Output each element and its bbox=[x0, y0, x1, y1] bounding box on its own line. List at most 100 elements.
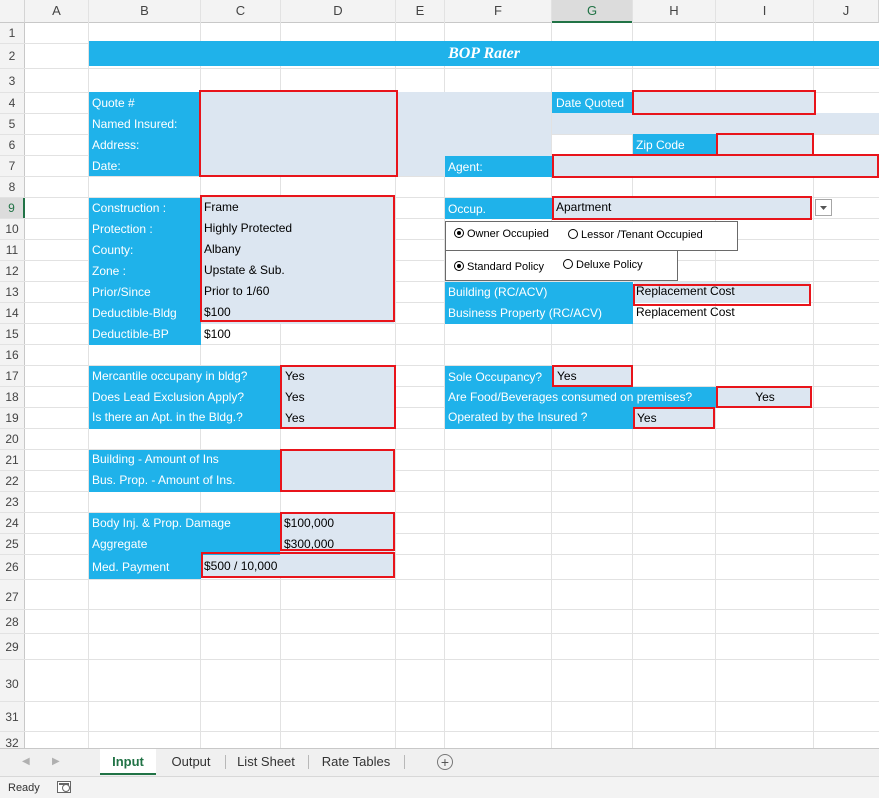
column-header-c[interactable]: C bbox=[201, 0, 281, 23]
row-header[interactable]: 2 bbox=[0, 44, 25, 69]
address-row-fill bbox=[552, 113, 879, 134]
row-header[interactable]: 29 bbox=[0, 634, 25, 660]
lead-exclusion-label: Does Lead Exclusion Apply? bbox=[92, 390, 245, 404]
row-header[interactable]: 11 bbox=[0, 240, 25, 261]
spreadsheet-grid[interactable]: A B C D E F G H I J 1 2 3 4 5 6 7 8 9 10… bbox=[0, 0, 879, 748]
row-header[interactable]: 24 bbox=[0, 513, 25, 534]
property-info-input[interactable] bbox=[200, 195, 395, 322]
med-payment-label: Med. Payment bbox=[92, 560, 170, 574]
row-header[interactable]: 20 bbox=[0, 429, 25, 450]
tab-separator bbox=[225, 755, 226, 769]
row-header[interactable]: 31 bbox=[0, 702, 25, 732]
occupancy-type-group: Owner Occupied Lessor /Tenant Occupied bbox=[445, 221, 738, 251]
gridline bbox=[0, 609, 879, 610]
row-header[interactable]: 8 bbox=[0, 177, 25, 198]
row-header[interactable]: 3 bbox=[0, 69, 25, 93]
add-sheet-icon[interactable]: + bbox=[437, 754, 453, 770]
liability-input[interactable] bbox=[280, 512, 395, 551]
row-header[interactable]: 28 bbox=[0, 610, 25, 634]
row-header[interactable]: 9 bbox=[0, 198, 25, 219]
tab-rate-tables[interactable]: Rate Tables bbox=[313, 749, 399, 775]
row-header[interactable]: 21 bbox=[0, 450, 25, 471]
gridline bbox=[0, 68, 879, 69]
row-header[interactable]: 26 bbox=[0, 555, 25, 580]
macro-recording-icon[interactable] bbox=[57, 781, 71, 793]
med-payment-input[interactable] bbox=[201, 552, 395, 578]
row-header[interactable]: 10 bbox=[0, 219, 25, 240]
scroll-right-icon[interactable]: ▶ bbox=[52, 755, 64, 769]
lessor-tenant-radio[interactable]: Lessor /Tenant Occupied bbox=[568, 228, 703, 242]
zip-code-input[interactable] bbox=[716, 133, 814, 156]
row-header[interactable]: 12 bbox=[0, 261, 25, 282]
food-beverages-label: Are Food/Beverages consumed on premises? bbox=[448, 390, 693, 404]
owner-occupied-radio[interactable]: Owner Occupied bbox=[454, 227, 549, 241]
building-rc-label: Building (RC/ACV) bbox=[448, 285, 548, 299]
row-header[interactable]: 32 bbox=[0, 732, 25, 748]
row-header[interactable]: 25 bbox=[0, 534, 25, 555]
zone-label: Zone : bbox=[92, 264, 127, 278]
row-header[interactable]: 16 bbox=[0, 345, 25, 366]
operated-by-input[interactable] bbox=[633, 407, 715, 429]
row-header[interactable]: 1 bbox=[0, 23, 25, 44]
business-property-rc-value[interactable]: Replacement Cost bbox=[636, 302, 735, 322]
mercantile-label: Mercantile occupany in bldg? bbox=[92, 369, 248, 383]
tab-output[interactable]: Output bbox=[162, 749, 220, 775]
row-header[interactable]: 22 bbox=[0, 471, 25, 492]
apt-in-bldg-label: Is there an Apt. in the Bldg.? bbox=[92, 410, 243, 424]
column-header-e[interactable]: E bbox=[396, 0, 445, 23]
row-header[interactable]: 6 bbox=[0, 135, 25, 156]
date-quoted-input[interactable] bbox=[632, 90, 816, 115]
row-header[interactable]: 30 bbox=[0, 660, 25, 702]
occup-label: Occup. bbox=[448, 202, 487, 216]
aggregate-label: Aggregate bbox=[92, 537, 148, 551]
column-header-d[interactable]: D bbox=[281, 0, 396, 23]
deluxe-policy-label: Deluxe Policy bbox=[576, 259, 643, 271]
amounts-input[interactable] bbox=[280, 449, 395, 492]
tab-input[interactable]: Input bbox=[100, 749, 156, 775]
select-all-corner[interactable] bbox=[0, 0, 25, 23]
radio-unselected-icon bbox=[563, 259, 573, 269]
food-beverages-input[interactable] bbox=[716, 386, 812, 408]
column-header-f[interactable]: F bbox=[445, 0, 552, 23]
questions-input[interactable] bbox=[280, 365, 396, 429]
sole-occupancy-label: Sole Occupancy? bbox=[448, 370, 543, 384]
row-header[interactable]: 19 bbox=[0, 408, 25, 429]
row-header[interactable]: 13 bbox=[0, 282, 25, 303]
gridline bbox=[0, 731, 879, 732]
radio-unselected-icon bbox=[568, 229, 578, 239]
lessor-tenant-label: Lessor /Tenant Occupied bbox=[581, 229, 703, 241]
deluxe-policy-radio[interactable]: Deluxe Policy bbox=[563, 258, 643, 272]
building-amount-label: Building - Amount of Ins bbox=[92, 452, 219, 466]
standard-policy-radio[interactable]: Standard Policy bbox=[454, 260, 544, 274]
chevron-down-icon bbox=[820, 206, 827, 210]
protection-label: Protection : bbox=[92, 222, 153, 236]
policy-type-group: Standard Policy Deluxe Policy bbox=[445, 251, 678, 281]
row-header[interactable]: 7 bbox=[0, 156, 25, 177]
column-header-h[interactable]: H bbox=[633, 0, 716, 23]
status-bar: Ready bbox=[0, 776, 879, 798]
county-label: County: bbox=[92, 243, 134, 257]
scroll-left-icon[interactable]: ◀ bbox=[22, 755, 34, 769]
row-header[interactable]: 14 bbox=[0, 303, 25, 324]
row-header[interactable]: 27 bbox=[0, 580, 25, 610]
tab-list-sheet[interactable]: List Sheet bbox=[230, 749, 302, 775]
deductible-bp-value[interactable]: $100 bbox=[204, 324, 231, 344]
zip-code-label: Zip Code bbox=[636, 138, 685, 152]
occup-select[interactable] bbox=[552, 196, 812, 220]
quote-info-input[interactable] bbox=[199, 90, 398, 177]
column-header-g[interactable]: G bbox=[552, 0, 633, 23]
row-header[interactable]: 23 bbox=[0, 492, 25, 513]
row-header[interactable]: 4 bbox=[0, 93, 25, 114]
gridline bbox=[0, 633, 879, 634]
row-header[interactable]: 18 bbox=[0, 387, 25, 408]
occup-dropdown-button[interactable] bbox=[815, 199, 832, 216]
row-header[interactable]: 15 bbox=[0, 324, 25, 345]
sole-occupancy-input[interactable] bbox=[552, 365, 633, 387]
column-header-a[interactable]: A bbox=[25, 0, 89, 23]
row-header[interactable]: 17 bbox=[0, 366, 25, 387]
column-header-b[interactable]: B bbox=[89, 0, 201, 23]
column-header-i[interactable]: I bbox=[716, 0, 814, 23]
row-header[interactable]: 5 bbox=[0, 114, 25, 135]
column-header-j[interactable]: J bbox=[814, 0, 879, 23]
agent-input[interactable] bbox=[552, 154, 879, 178]
